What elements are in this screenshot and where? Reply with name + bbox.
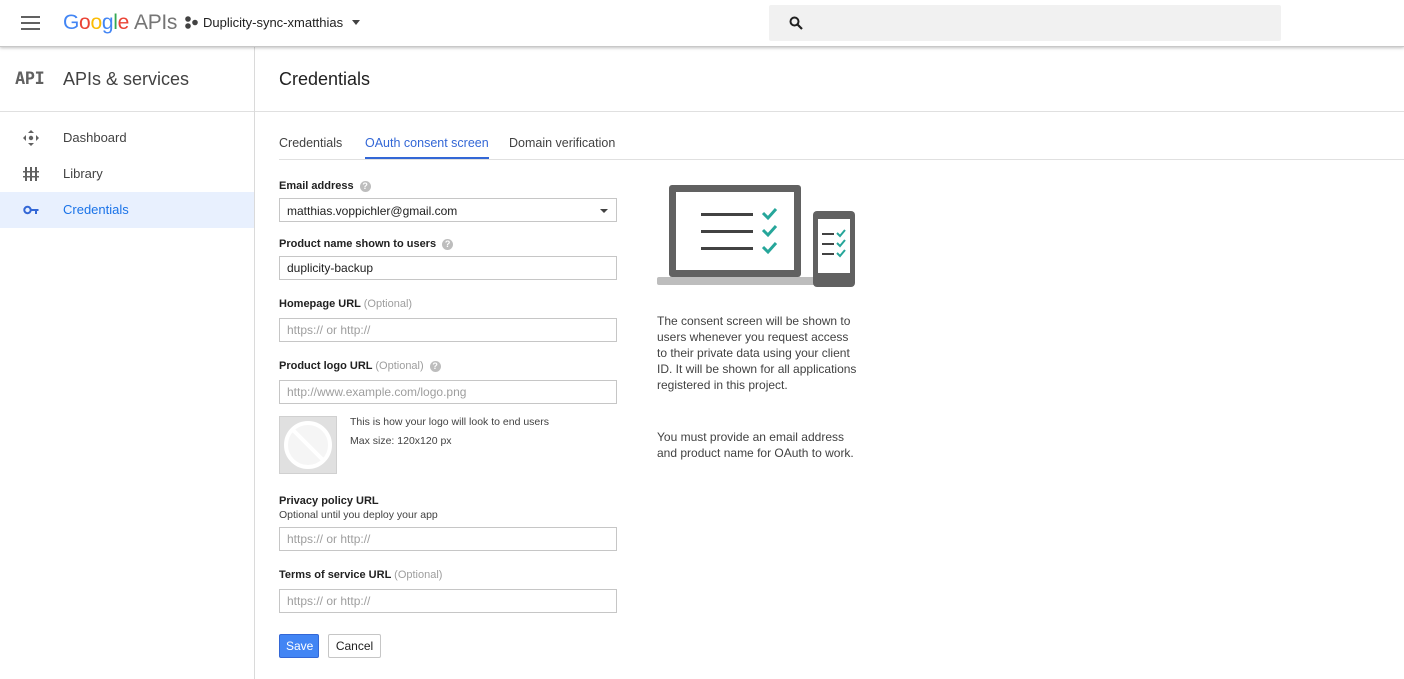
- sidebar-item-label: Library: [63, 166, 103, 181]
- search-bar[interactable]: [769, 5, 1281, 41]
- save-button[interactable]: Save: [279, 634, 319, 658]
- sidebar-item-library[interactable]: Library: [0, 156, 254, 192]
- optional-text: (Optional): [363, 298, 413, 310]
- logo-preview: [279, 416, 337, 474]
- email-select[interactable]: matthias.voppichler@gmail.com: [279, 198, 617, 222]
- email-label-text: Email address: [279, 180, 354, 192]
- chevron-down-icon: [600, 209, 608, 213]
- privacy-url-input[interactable]: [279, 527, 617, 551]
- logo-note: This is how your logo will look to end u…: [350, 416, 550, 428]
- library-icon: [23, 167, 39, 181]
- privacy-sub: Optional until you deploy your app: [279, 509, 438, 521]
- consent-illustration-icon: [657, 185, 855, 287]
- chevron-down-icon: [352, 20, 361, 25]
- project-name: Duplicity-sync-xmatthias: [203, 15, 344, 30]
- menu-icon[interactable]: [21, 16, 40, 30]
- sidebar-header: API APIs & services: [0, 47, 254, 112]
- sidebar: API APIs & services Dashboard Library Cr…: [0, 47, 255, 679]
- homepage-url-input[interactable]: [279, 318, 617, 342]
- sidebar-item-dashboard[interactable]: Dashboard: [0, 120, 254, 156]
- product-name-label: Product name shown to users?: [279, 238, 454, 250]
- product-name-input[interactable]: [279, 256, 617, 280]
- logo-letter: o: [79, 11, 91, 34]
- tab-oauth-consent-screen[interactable]: OAuth consent screen: [365, 136, 489, 159]
- logo-letter: o: [90, 11, 102, 34]
- sidebar-item-credentials[interactable]: Credentials: [0, 192, 254, 228]
- logo-apis-text: APIs: [133, 11, 178, 34]
- logo-max-size: Max size: 120x120 px: [350, 435, 452, 447]
- dashboard-icon: [23, 130, 39, 146]
- sidebar-nav: Dashboard Library Credentials: [0, 120, 254, 228]
- email-select-value: matthias.voppichler@gmail.com: [287, 204, 458, 218]
- tos-url-input[interactable]: [279, 589, 617, 613]
- google-apis-logo[interactable]: Google APIs: [63, 11, 177, 35]
- logo-url-label: Product logo URL (Optional)?: [279, 360, 441, 372]
- logo-url-label-text: Product logo URL: [279, 360, 373, 372]
- logo-url-input[interactable]: [279, 380, 617, 404]
- project-selector[interactable]: Duplicity-sync-xmatthias: [184, 15, 361, 30]
- tos-label: Terms of service URL (Optional): [279, 569, 442, 581]
- homepage-label: Homepage URL (Optional): [279, 298, 412, 310]
- tab-bar: Credentials OAuth consent screen Domain …: [279, 111, 1404, 160]
- tab-domain-verification[interactable]: Domain verification: [509, 136, 615, 157]
- search-input[interactable]: [815, 11, 1269, 37]
- logo-letter: g: [101, 11, 114, 34]
- homepage-label-text: Homepage URL: [279, 298, 361, 310]
- logo-letter: e: [117, 11, 130, 34]
- optional-text: (Optional): [375, 360, 424, 372]
- page-header: Credentials: [255, 47, 1404, 112]
- tab-credentials[interactable]: Credentials: [279, 136, 342, 157]
- help-icon[interactable]: ?: [442, 238, 454, 250]
- oauth-requirement-text: You must provide an email address and pr…: [657, 430, 854, 460]
- privacy-label: Privacy policy URL: [279, 495, 379, 507]
- top-app-bar: Google APIs Duplicity-sync-xmatthias: [0, 0, 1404, 47]
- api-logo-icon: API: [15, 69, 45, 89]
- main-content: Credentials Credentials OAuth consent sc…: [255, 47, 1404, 679]
- logo-letter: G: [63, 11, 80, 34]
- key-icon: [23, 205, 39, 215]
- consent-info-text: The consent screen will be shown to user…: [657, 314, 857, 392]
- help-icon[interactable]: ?: [359, 180, 371, 192]
- page-title: Credentials: [279, 69, 371, 89]
- no-image-icon: [284, 421, 332, 469]
- product-name-label-text: Product name shown to users: [279, 238, 437, 250]
- tos-label-text: Terms of service URL: [279, 569, 392, 581]
- sidebar-item-label: Dashboard: [63, 130, 127, 145]
- privacy-label-text: Privacy policy URL: [279, 495, 379, 507]
- email-label: Email address?: [279, 180, 371, 192]
- sidebar-title: APIs & services: [63, 69, 190, 89]
- sidebar-item-label: Credentials: [63, 202, 129, 217]
- project-icon: [185, 16, 198, 29]
- optional-text: (Optional): [394, 569, 443, 581]
- search-icon: [789, 16, 803, 30]
- help-icon[interactable]: ?: [429, 360, 441, 372]
- cancel-button[interactable]: Cancel: [328, 634, 381, 658]
